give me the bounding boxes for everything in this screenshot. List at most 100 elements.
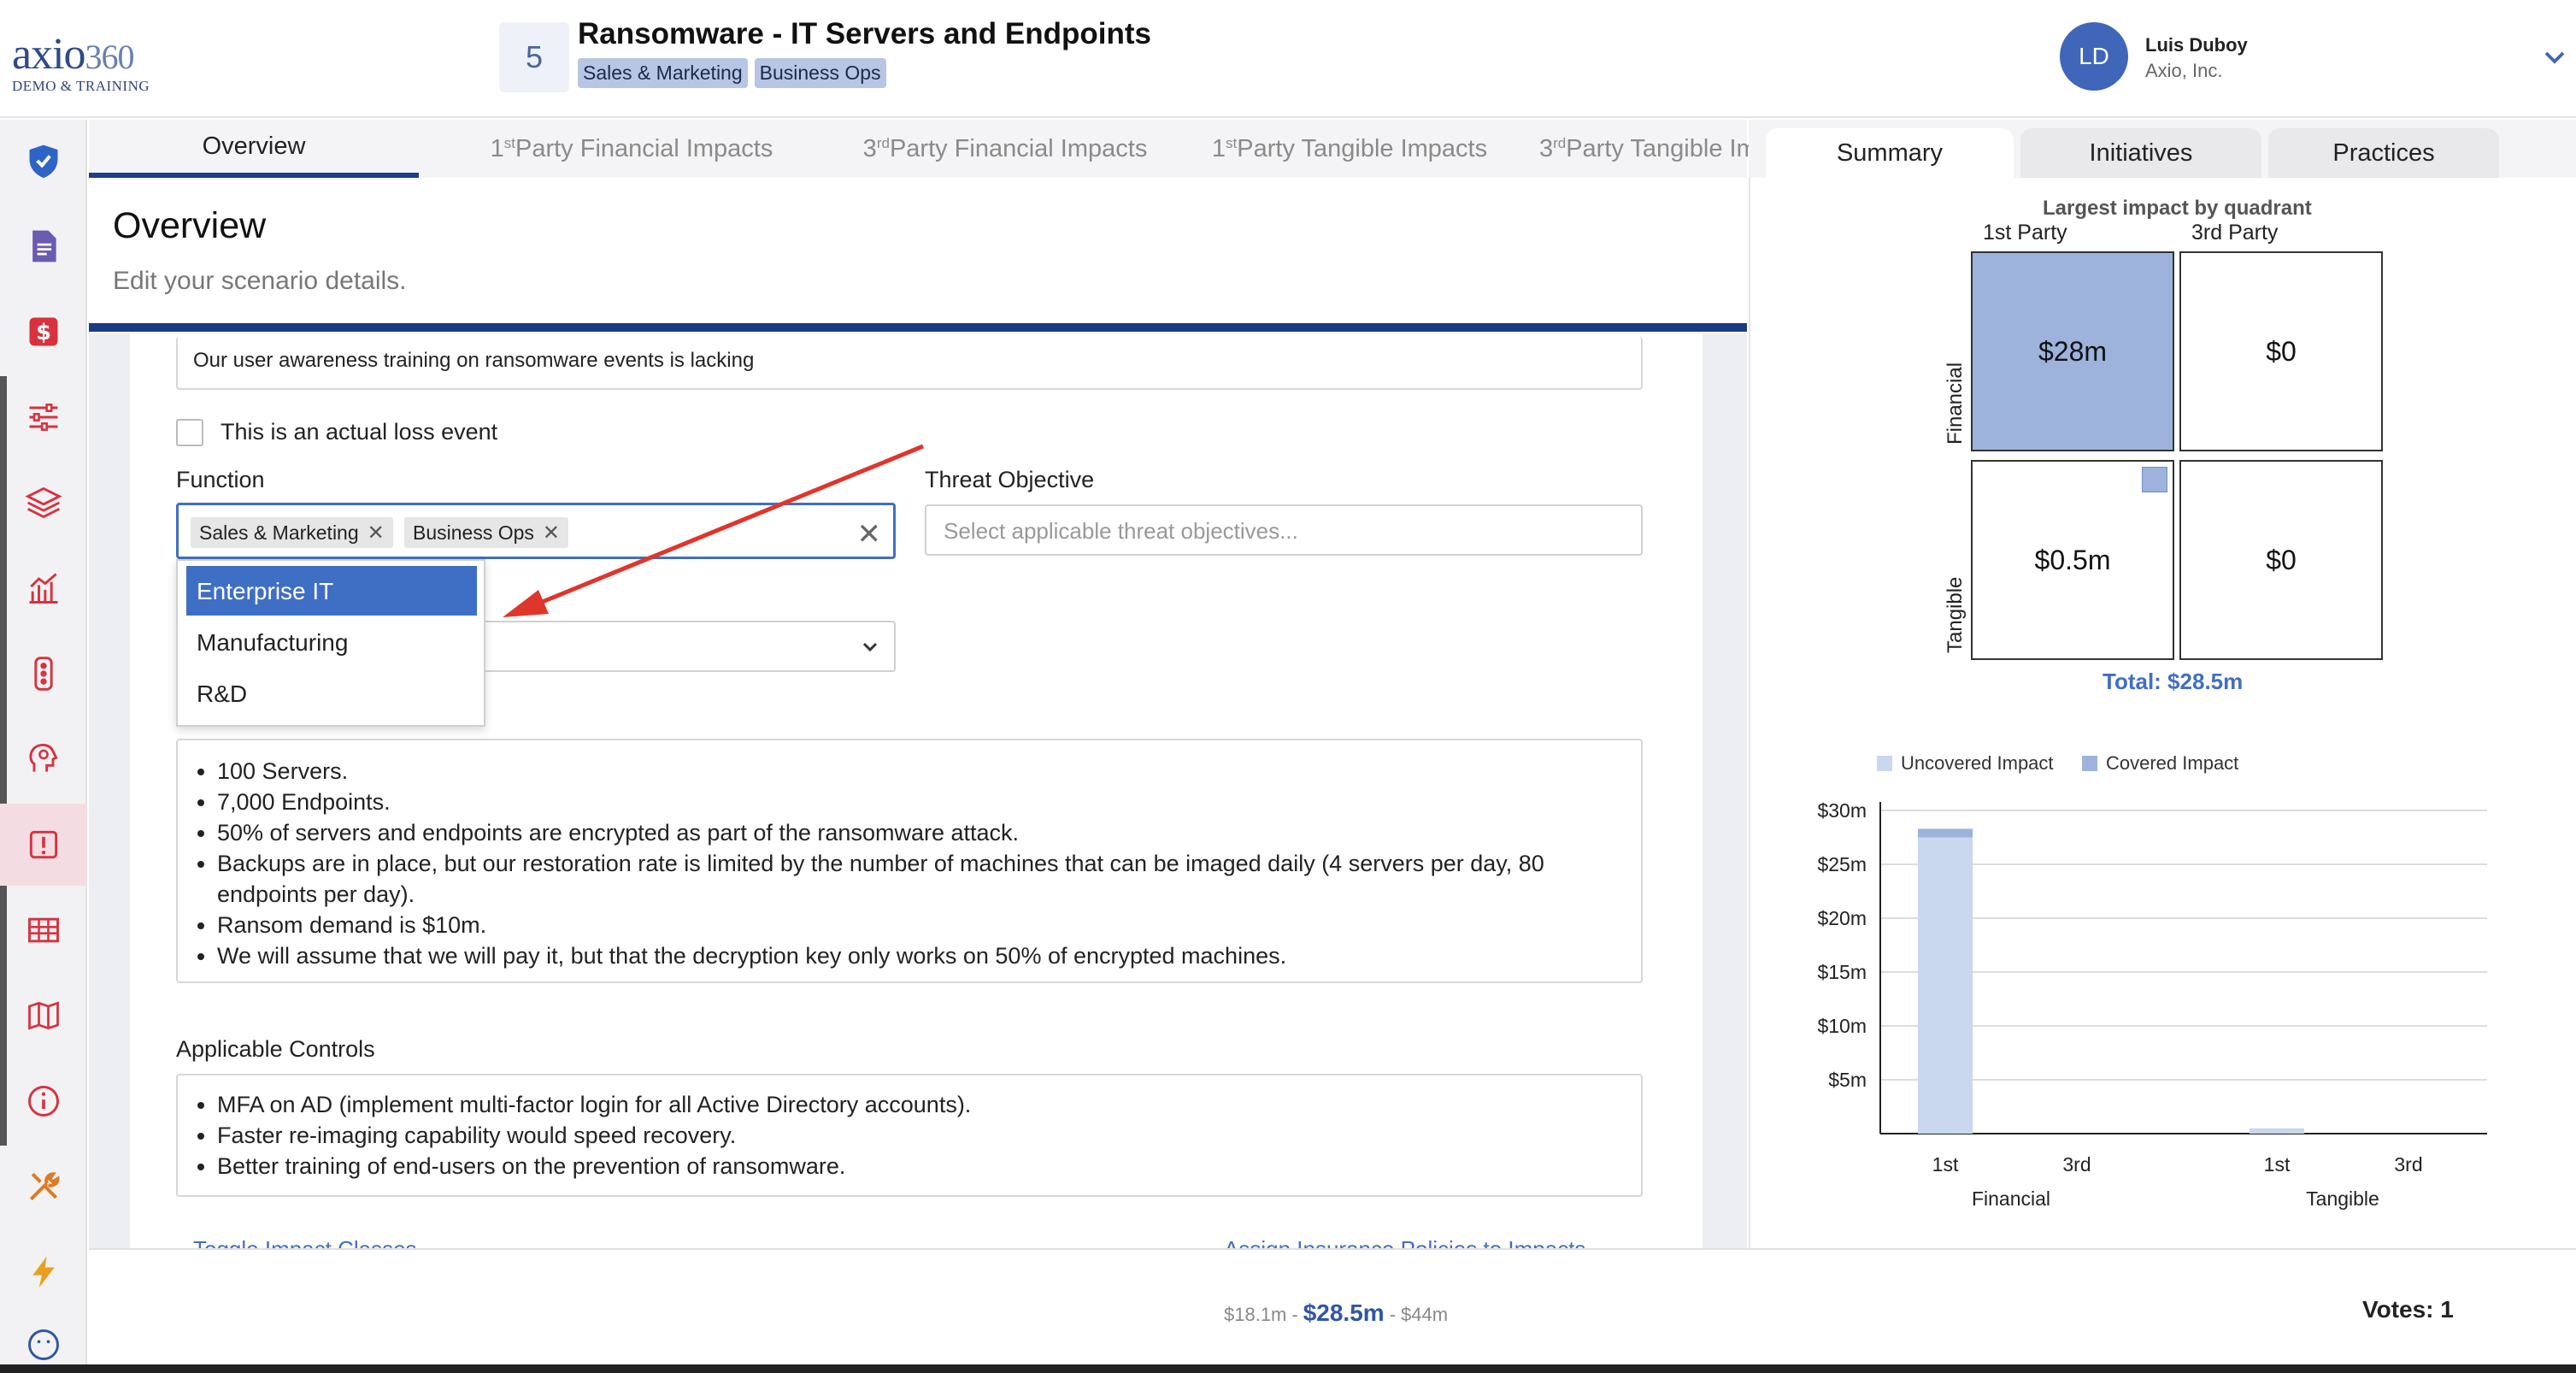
- tab-label-part: 3: [862, 134, 877, 162]
- list-item: 50% of servers and endpoints are encrypt…: [217, 817, 1627, 848]
- tab-overview-label: Overview: [202, 132, 306, 160]
- window-bottom-bar: [0, 1364, 2576, 1373]
- range-mid: $28.5m: [1303, 1299, 1385, 1326]
- sidebar-item-layers[interactable]: [0, 462, 87, 544]
- description-textarea[interactable]: Our user awareness training on ransomwar…: [176, 337, 1643, 390]
- applicable-controls-label: Applicable Controls: [176, 1036, 375, 1062]
- quadrant-1st-tangible[interactable]: $0.5m: [1971, 460, 2174, 660]
- tab-practices[interactable]: Practices: [2268, 128, 2499, 178]
- y-tick-label: $15m: [1817, 961, 1867, 983]
- chip-label: Sales & Marketing: [199, 521, 359, 544]
- y-tick-label: $25m: [1817, 853, 1867, 875]
- list-item: Backups are in place, but our restoratio…: [217, 848, 1627, 910]
- summary-tabs: Summary Initiatives Practices: [1749, 120, 2576, 178]
- document-icon: [32, 230, 56, 262]
- sidebar-item-shield[interactable]: [0, 120, 87, 202]
- list-item: 7,000 Endpoints.: [217, 787, 1627, 817]
- user-org: Axio, Inc.: [2145, 60, 2223, 81]
- chart-icon: [29, 573, 58, 604]
- quadrant-3rd-tangible[interactable]: $0: [2179, 460, 2383, 660]
- tab-1st-party-tangible[interactable]: 1st Party Tangible Impacts: [1191, 120, 1508, 178]
- layers-icon: [25, 486, 62, 519]
- legend-label: Covered Impact: [2106, 752, 2239, 774]
- sidebar-item-lightning[interactable]: [0, 1231, 87, 1313]
- impact-range: $18.1m - $28.5m - $44m: [1224, 1299, 1448, 1327]
- tab-label-part: 3: [1538, 134, 1554, 162]
- tag-sales-marketing: Sales & Marketing: [578, 58, 748, 88]
- tab-label-part: Party Tangible Impacts: [1237, 134, 1488, 162]
- sidebar-item-map[interactable]: [0, 975, 87, 1057]
- page-subtitle: Edit your scenario details.: [113, 267, 407, 295]
- legend-uncovered: Uncovered Impact: [1877, 752, 2054, 775]
- range-separator: -: [1291, 1304, 1298, 1325]
- page-title: Overview: [113, 205, 267, 246]
- sidebar-item-document[interactable]: [0, 205, 87, 287]
- legend-label: Uncovered Impact: [1901, 752, 2054, 774]
- table-icon: [28, 917, 59, 943]
- bar-uncovered: [1918, 837, 1973, 1134]
- description-text: Our user awareness training on ransomwar…: [193, 349, 755, 372]
- axio-logo[interactable]: axio360 DEMO & TRAINING: [12, 32, 150, 95]
- sidebar: $: [0, 120, 87, 1373]
- y-tick-label: $10m: [1817, 1015, 1867, 1037]
- quadrant-1st-financial[interactable]: $28m: [1971, 251, 2174, 451]
- function-dropdown-menu: Enterprise IT Manufacturing R&D: [176, 559, 485, 727]
- remove-chip-icon[interactable]: ✕: [368, 521, 385, 545]
- actual-loss-checkbox[interactable]: [176, 419, 203, 446]
- tab-initiatives[interactable]: Initiatives: [2020, 128, 2261, 178]
- tab-3rd-party-financial[interactable]: 3rd Party Financial Impacts: [834, 120, 1176, 178]
- controls-textarea[interactable]: MFA on AD (implement multi-factor login …: [176, 1074, 1643, 1197]
- secondary-select[interactable]: [462, 621, 896, 672]
- quadrant-row-label: Financial: [1944, 362, 1967, 445]
- votes-count: Votes: 1: [2362, 1296, 2454, 1323]
- dollar-icon: $: [29, 317, 58, 346]
- dropdown-option-manufacturing[interactable]: Manufacturing: [186, 617, 477, 667]
- assumptions-list: 100 Servers. 7,000 Endpoints. 50% of ser…: [191, 756, 1627, 971]
- tab-label-part: 1: [490, 134, 504, 162]
- y-tick-label: $5m: [1828, 1069, 1867, 1091]
- x-tick-label: 1st: [1932, 1153, 1959, 1176]
- lightning-icon: [32, 1256, 55, 1288]
- sidebar-item-chart[interactable]: [0, 547, 87, 629]
- tab-summary[interactable]: Summary: [1766, 128, 2014, 178]
- sidebar-item-head[interactable]: [0, 718, 87, 800]
- tab-overview[interactable]: Overview: [89, 120, 419, 178]
- x-group-label: Financial: [1972, 1187, 2050, 1210]
- user-avatar[interactable]: LD: [2060, 22, 2128, 91]
- threat-objective-label: Threat Objective: [925, 467, 1095, 492]
- tag-business-ops: Business Ops: [754, 58, 886, 88]
- threat-placeholder: Select applicable threat objectives...: [944, 518, 1298, 544]
- assumptions-textarea[interactable]: 100 Servers. 7,000 Endpoints. 50% of ser…: [176, 739, 1643, 983]
- function-chip-sales-marketing: Sales & Marketing ✕: [191, 517, 393, 548]
- sidebar-item-traffic-light[interactable]: [0, 633, 87, 715]
- sliders-icon: [29, 404, 58, 431]
- dropdown-option-r-and-d[interactable]: R&D: [186, 669, 477, 718]
- dropdown-option-enterprise-it[interactable]: Enterprise IT: [186, 566, 477, 616]
- sidebar-item-sliders[interactable]: [0, 376, 87, 458]
- tools-icon: [29, 1172, 60, 1201]
- quadrant-3rd-financial[interactable]: $0: [2179, 251, 2383, 451]
- svg-text:$: $: [36, 320, 51, 345]
- y-tick-label: $30m: [1817, 799, 1867, 822]
- quadrant-value: $0: [2266, 544, 2297, 575]
- toggle-impact-classes-link[interactable]: Toggle Impact Classes: [193, 1236, 417, 1248]
- logo-subtitle: DEMO & TRAINING: [12, 78, 150, 94]
- scenario-tabs: Overview 1st Party Financial Impacts 3rd…: [89, 120, 1816, 178]
- sidebar-item-info[interactable]: [0, 1060, 87, 1142]
- function-label: Function: [176, 467, 265, 492]
- shield-check-icon: [29, 144, 58, 179]
- sidebar-item-dollar[interactable]: $: [0, 291, 87, 373]
- sidebar-item-alert[interactable]: [0, 804, 87, 886]
- sidebar-item-table[interactable]: [0, 889, 87, 971]
- tab-1st-party-financial[interactable]: 1st Party Financial Impacts: [439, 120, 824, 178]
- sidebar-item-tools[interactable]: [0, 1146, 87, 1228]
- tab-label-sup: st: [1226, 135, 1238, 151]
- range-high: $44m: [1401, 1304, 1449, 1325]
- tab-label-part: Party Financial Impacts: [515, 134, 773, 162]
- range-separator: -: [1389, 1304, 1397, 1325]
- chevron-down-icon: [862, 642, 878, 652]
- chevron-down-icon[interactable]: [2542, 44, 2567, 70]
- user-name: Luis Duboy: [2145, 34, 2248, 56]
- assign-insurance-link[interactable]: Assign Insurance Policies to Impacts: [1224, 1236, 1585, 1248]
- threat-objective-input[interactable]: Select applicable threat objectives...: [925, 504, 1643, 556]
